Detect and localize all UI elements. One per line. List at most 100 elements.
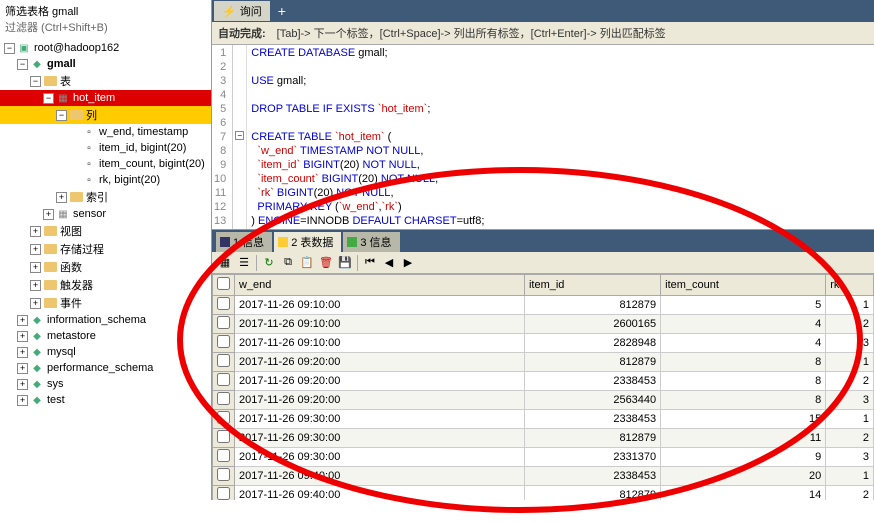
folder-icon xyxy=(43,296,57,310)
tb-refresh[interactable]: ↻ xyxy=(260,254,278,272)
table-row[interactable]: 2017-11-26 09:20:00233845382 xyxy=(213,372,874,391)
column-icon: ▫ xyxy=(82,125,96,139)
col-rk[interactable]: rk xyxy=(826,275,874,296)
row-checkbox[interactable] xyxy=(217,411,230,424)
row-checkbox[interactable] xyxy=(217,468,230,481)
table-row[interactable]: 2017-11-26 09:20:0081287981 xyxy=(213,353,874,372)
column-icon: ▫ xyxy=(82,157,96,171)
database-icon: ◆ xyxy=(30,393,44,407)
tb-paste[interactable]: 📋 xyxy=(298,254,316,272)
editor-tab-bar: ⚡询问 + xyxy=(212,0,874,22)
col-item_id[interactable]: item_id xyxy=(524,275,660,296)
table-row[interactable]: 2017-11-26 09:30:00812879112 xyxy=(213,429,874,448)
table-row[interactable]: 2017-11-26 09:20:00256344083 xyxy=(213,391,874,410)
tb-first[interactable]: ⏮ xyxy=(361,254,379,272)
row-checkbox[interactable] xyxy=(217,487,230,500)
table-icon: ▦ xyxy=(56,91,70,105)
tree-db-info[interactable]: +◆information_schema xyxy=(0,312,211,328)
data-grid[interactable]: w_enditem_iditem_countrk 2017-11-26 09:1… xyxy=(212,274,874,500)
tb-grid[interactable]: ▦ xyxy=(216,254,234,272)
tree-folder-procs[interactable]: +存储过程 xyxy=(0,240,211,258)
tree-col-rk[interactable]: ▫rk, bigint(20) xyxy=(0,172,211,188)
tab-query[interactable]: ⚡询问 xyxy=(214,1,270,21)
column-icon: ▫ xyxy=(82,141,96,155)
folder-icon xyxy=(43,74,57,88)
select-all-checkbox[interactable] xyxy=(217,277,230,290)
folder-icon xyxy=(69,108,83,122)
tb-copy[interactable]: ⧉ xyxy=(279,254,297,272)
folder-icon xyxy=(43,242,57,256)
result-toolbar: ▦ ☰ ↻ ⧉ 📋 🗑 💾 ⏮ ◀ ▶ xyxy=(212,252,874,274)
info-icon xyxy=(347,237,357,247)
column-icon: ▫ xyxy=(82,173,96,187)
row-checkbox[interactable] xyxy=(217,373,230,386)
row-checkbox[interactable] xyxy=(217,297,230,310)
result-tab-data[interactable]: 2 表数据 xyxy=(274,232,341,252)
tree-folder-tables[interactable]: −表 xyxy=(0,72,211,90)
folder-icon xyxy=(43,278,57,292)
object-tree[interactable]: −▣root@hadoop162 −◆gmall −表 −▦hot_item −… xyxy=(0,38,211,500)
tb-form[interactable]: ☰ xyxy=(235,254,253,272)
tree-folder-funcs[interactable]: +函数 xyxy=(0,258,211,276)
database-icon: ◆ xyxy=(30,345,44,359)
filter-hint: 过滤器 (Ctrl+Shift+B) xyxy=(5,19,206,35)
folder-icon xyxy=(43,260,57,274)
info-icon xyxy=(220,237,230,247)
database-icon: ◆ xyxy=(30,329,44,343)
table-icon: ▦ xyxy=(56,207,70,221)
tree-db-sys[interactable]: +◆sys xyxy=(0,376,211,392)
tree-folder-columns[interactable]: −列 xyxy=(0,106,211,124)
tb-next[interactable]: ▶ xyxy=(399,254,417,272)
lightning-icon: ⚡ xyxy=(222,5,236,18)
tree-folder-views[interactable]: +视图 xyxy=(0,222,211,240)
database-icon: ◆ xyxy=(30,377,44,391)
table-row[interactable]: 2017-11-26 09:30:00233137093 xyxy=(213,448,874,467)
tree-col-itemcount[interactable]: ▫item_count, bigint(20) xyxy=(0,156,211,172)
folder-icon xyxy=(43,224,57,238)
tree-table-sensor[interactable]: +▦sensor xyxy=(0,206,211,222)
tree-db-gmall[interactable]: −◆gmall xyxy=(0,56,211,72)
tree-folder-triggers[interactable]: +触发器 xyxy=(0,276,211,294)
row-checkbox[interactable] xyxy=(217,316,230,329)
tree-db-perf[interactable]: +◆performance_schema xyxy=(0,360,211,376)
database-icon: ◆ xyxy=(30,361,44,375)
row-checkbox[interactable] xyxy=(217,354,230,367)
database-icon: ◆ xyxy=(30,57,44,71)
result-tab-bar: 1 信息 2 表数据 3 信息 xyxy=(212,230,874,252)
tree-col-wend[interactable]: ▫w_end, timestamp xyxy=(0,124,211,140)
tree-db-test[interactable]: +◆test xyxy=(0,392,211,408)
main-panel: ⚡询问 + 自动完成: [Tab]-> 下一个标签，[Ctrl+Space]->… xyxy=(212,0,874,500)
table-row[interactable]: 2017-11-26 09:10:00260016542 xyxy=(213,315,874,334)
table-row[interactable]: 2017-11-26 09:30:002338453151 xyxy=(213,410,874,429)
row-checkbox[interactable] xyxy=(217,335,230,348)
tree-table-hot-item[interactable]: −▦hot_item xyxy=(0,90,211,106)
table-row[interactable]: 2017-11-26 09:10:0081287951 xyxy=(213,296,874,315)
database-icon: ◆ xyxy=(30,313,44,327)
tb-save[interactable]: 💾 xyxy=(336,254,354,272)
row-checkbox[interactable] xyxy=(217,392,230,405)
tree-db-meta[interactable]: +◆metastore xyxy=(0,328,211,344)
left-title: 筛选表格 gmall xyxy=(5,3,206,19)
folder-icon xyxy=(69,190,83,204)
tree-folder-index[interactable]: +索引 xyxy=(0,188,211,206)
table-row[interactable]: 2017-11-26 09:40:00812879142 xyxy=(213,486,874,501)
sql-editor[interactable]: 12345678910111213 − CREATE DATABASE gmal… xyxy=(212,45,874,230)
tab-add[interactable]: + xyxy=(272,3,292,19)
sidebar: 筛选表格 gmall 过滤器 (Ctrl+Shift+B) −▣root@had… xyxy=(0,0,212,500)
tree-folder-events[interactable]: +事件 xyxy=(0,294,211,312)
table-data-icon xyxy=(278,237,288,247)
col-item_count[interactable]: item_count xyxy=(661,275,826,296)
autocomplete-hint: 自动完成: [Tab]-> 下一个标签，[Ctrl+Space]-> 列出所有标… xyxy=(212,22,874,45)
result-tab-info2[interactable]: 3 信息 xyxy=(343,232,399,252)
table-row[interactable]: 2017-11-26 09:10:00282894843 xyxy=(213,334,874,353)
tree-col-itemid[interactable]: ▫item_id, bigint(20) xyxy=(0,140,211,156)
tree-db-mysql[interactable]: +◆mysql xyxy=(0,344,211,360)
col-w_end[interactable]: w_end xyxy=(235,275,525,296)
row-checkbox[interactable] xyxy=(217,430,230,443)
tree-root[interactable]: −▣root@hadoop162 xyxy=(0,40,211,56)
result-tab-info1[interactable]: 1 信息 xyxy=(216,232,272,252)
table-row[interactable]: 2017-11-26 09:40:002338453201 xyxy=(213,467,874,486)
tb-prev[interactable]: ◀ xyxy=(380,254,398,272)
row-checkbox[interactable] xyxy=(217,449,230,462)
tb-delete[interactable]: 🗑 xyxy=(317,254,335,272)
